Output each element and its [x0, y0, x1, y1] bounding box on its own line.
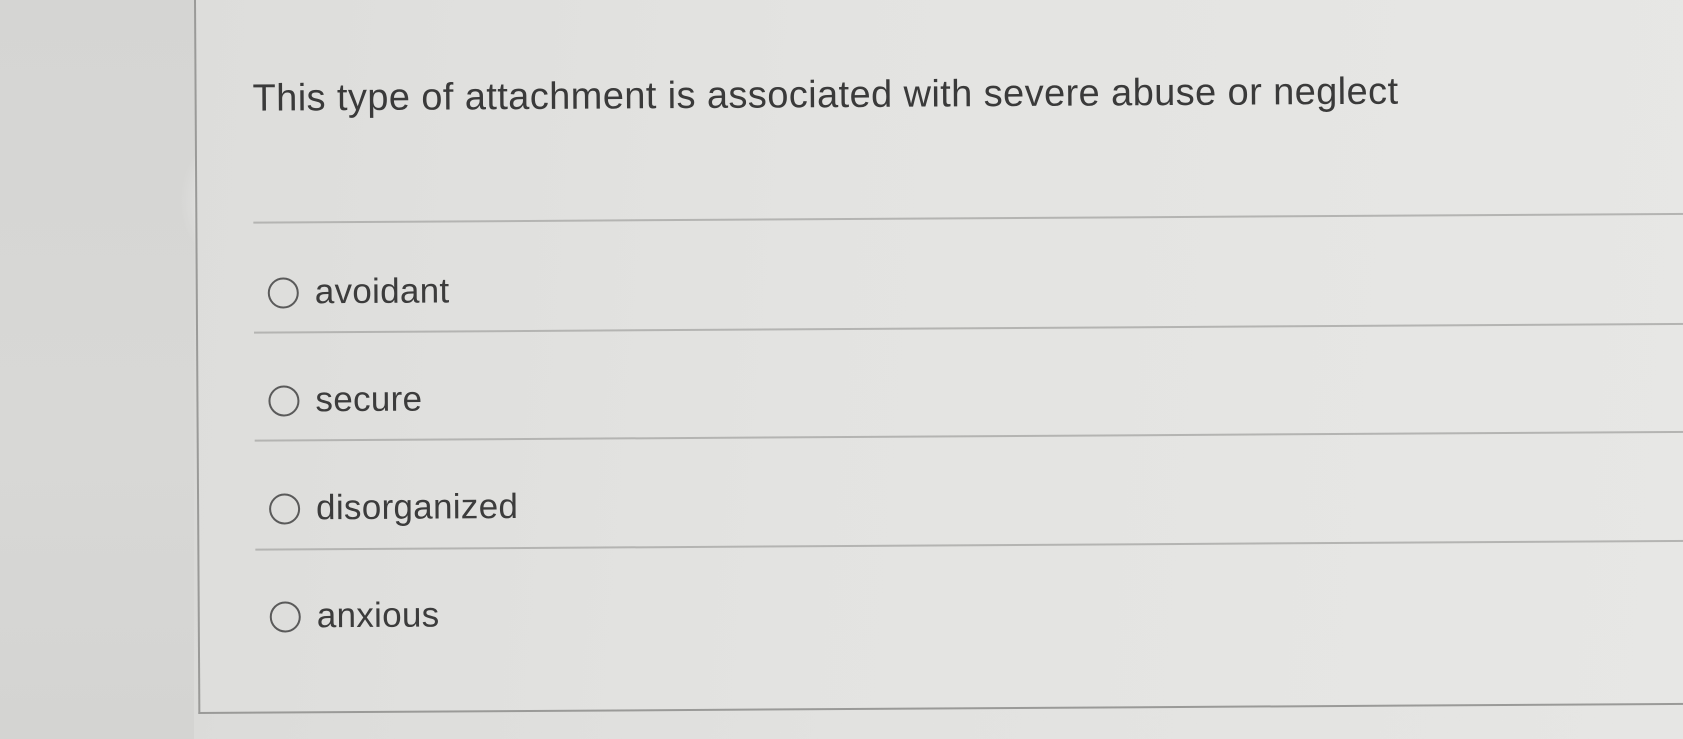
option-label: disorganized: [315, 487, 519, 528]
quiz-screen: This type of attachment is associated wi…: [0, 0, 1683, 739]
radio-unchecked-icon[interactable]: [269, 492, 301, 525]
divider: [253, 212, 1683, 224]
answer-option-avoidant[interactable]: avoidant: [267, 266, 450, 317]
radio-unchecked-icon[interactable]: [268, 384, 300, 417]
answer-option-disorganized[interactable]: disorganized: [269, 482, 518, 534]
divider: [255, 539, 1683, 551]
option-label: anxious: [316, 595, 440, 636]
answer-option-anxious[interactable]: anxious: [269, 591, 440, 642]
divider: [254, 430, 1683, 442]
answer-option-secure[interactable]: secure: [268, 375, 422, 426]
question-text: This type of attachment is associated wi…: [252, 70, 1399, 120]
radio-unchecked-icon[interactable]: [267, 276, 299, 309]
radio-unchecked-icon[interactable]: [269, 600, 301, 633]
option-label: avoidant: [314, 271, 450, 312]
left-margin: [0, 0, 194, 739]
divider: [254, 322, 1683, 334]
option-label: secure: [315, 379, 423, 420]
question-card: This type of attachment is associated wi…: [194, 0, 1683, 714]
